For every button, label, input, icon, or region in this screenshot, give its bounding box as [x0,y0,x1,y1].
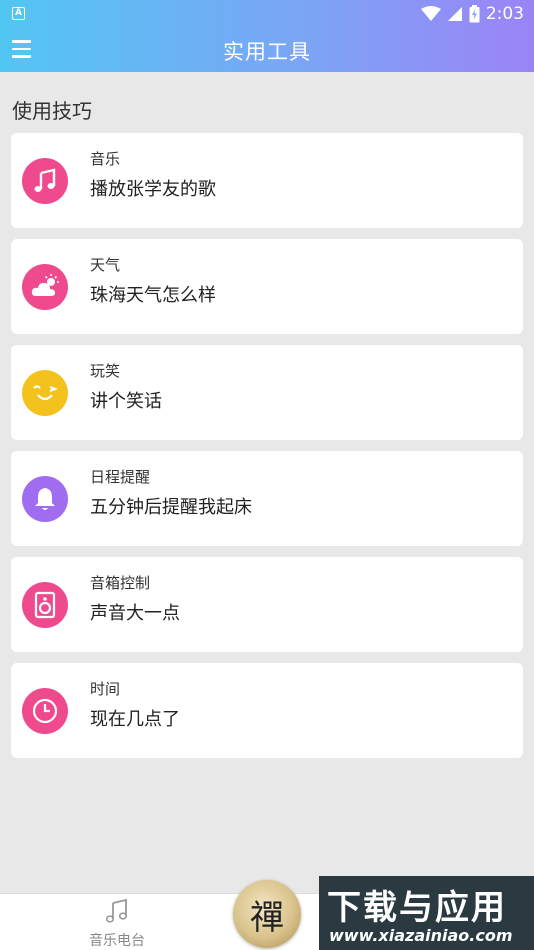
card-category: 时间 [90,680,121,698]
card-category: 天气 [90,256,121,274]
card-category: 玩笑 [90,362,121,380]
card-category: 音箱控制 [90,574,151,592]
card-example: 现在几点了 [90,709,180,730]
music-note-icon [22,158,68,204]
nav-item-label: 音乐电台 [89,933,145,949]
card-example: 五分钟后提醒我起床 [90,497,252,518]
bell-icon [22,476,68,522]
nav-item-music-radio[interactable]: 音乐电台 [72,898,162,950]
watermark-logo: 下载与应用 www.xiazainiao.com [319,876,534,950]
card-example: 声音大一点 [90,603,180,624]
watermark-title: 下载与应用 [327,888,507,928]
status-bar: A 2:03 [0,0,534,28]
music-note-icon [105,898,128,923]
tip-card-music[interactable]: 音乐 播放张学友的歌 [11,133,523,228]
app-notification-icon: A [12,7,25,20]
watermark-url: www.xiazainiao.com [329,926,513,945]
tip-card-reminder[interactable]: 日程提醒 五分钟后提醒我起床 [11,451,523,546]
card-example: 播放张学友的歌 [90,179,216,200]
center-action-button[interactable]: 禪 [233,880,301,948]
tip-card-speaker-control[interactable]: 音箱控制 声音大一点 [11,557,523,652]
section-title: 使用技巧 [12,99,92,123]
weather-icon [22,264,68,310]
page-title: 实用工具 [223,40,311,64]
card-example: 讲个笑话 [90,391,162,412]
wifi-icon [420,6,441,21]
card-category: 音乐 [90,150,121,168]
battery-icon [469,5,480,23]
status-time: 2:03 [485,4,524,24]
card-category: 日程提醒 [90,468,151,486]
signal-icon [447,7,462,21]
app-bar: 实用工具 [0,28,534,72]
tip-card-weather[interactable]: 天气 珠海天气怎么样 [11,239,523,334]
clock-icon [22,688,68,734]
tip-card-joke[interactable]: 玩笑 讲个笑话 [11,345,523,440]
card-example: 珠海天气怎么样 [90,285,216,306]
speaker-icon [22,582,68,628]
status-indicators: 2:03 [420,3,524,25]
smile-icon [22,370,68,416]
tip-card-time[interactable]: 时间 现在几点了 [11,663,523,758]
